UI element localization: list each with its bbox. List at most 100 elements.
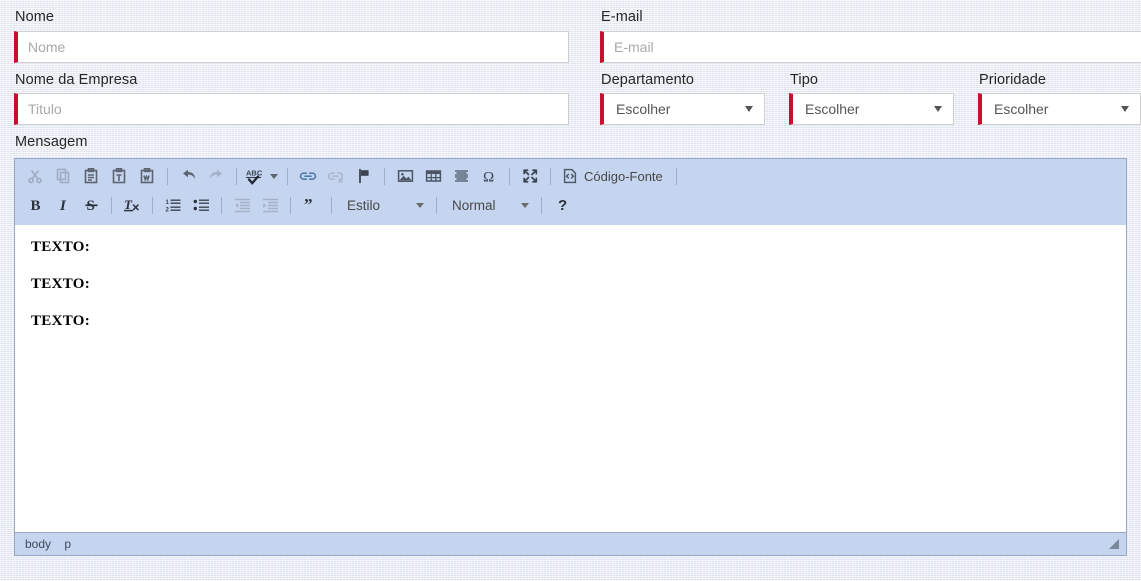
table-button[interactable]	[420, 164, 446, 188]
copy-icon	[55, 168, 71, 184]
undo-button[interactable]	[175, 164, 201, 188]
image-button[interactable]	[392, 164, 418, 188]
italic-button[interactable]: I	[50, 193, 76, 217]
table-icon	[425, 168, 442, 184]
select-prioridade[interactable]: Escolher	[978, 93, 1141, 125]
numbered-list-button[interactable]: 1 2	[160, 193, 186, 217]
toolbar-separator	[509, 167, 510, 185]
spellcheck-icon: ABC	[245, 168, 267, 185]
editor-content-area[interactable]: TEXTO: TEXTO: TEXTO:	[15, 224, 1126, 532]
toolbar-separator	[331, 196, 332, 214]
label-nome-empresa: Nome da Empresa	[15, 71, 138, 88]
horizontal-rule-button[interactable]	[448, 164, 474, 188]
toolbar-separator	[290, 196, 291, 214]
outdent-icon	[234, 197, 251, 213]
bulleted-list-button[interactable]	[188, 193, 214, 217]
editor-statusbar: body p	[15, 531, 1126, 555]
toolbar-row-1: ABC Ω Código-Fonte	[17, 162, 1124, 191]
redo-button[interactable]	[203, 164, 229, 188]
input-titulo-wrapper[interactable]	[14, 93, 569, 125]
source-button[interactable]: Código-Fonte	[557, 164, 670, 188]
remove-format-button[interactable]: T	[119, 193, 145, 217]
format-dropdown[interactable]: Normal	[443, 193, 535, 217]
link-button[interactable]	[295, 164, 321, 188]
chevron-down-icon	[416, 202, 424, 208]
select-tipo-value: Escolher	[805, 101, 860, 117]
select-departamento-value: Escolher	[616, 101, 671, 117]
toolbar-separator	[436, 196, 437, 214]
remove-format-icon: T	[123, 197, 141, 213]
svg-text:T: T	[124, 197, 133, 212]
undo-icon	[180, 168, 197, 184]
spellcheck-button[interactable]: ABC	[243, 164, 281, 188]
help-button[interactable]: ?	[549, 193, 575, 217]
link-icon	[299, 168, 317, 184]
svg-text:ABC: ABC	[246, 168, 263, 177]
horizontal-rule-icon	[453, 168, 470, 184]
element-path-item[interactable]: p	[64, 537, 71, 551]
toolbar-separator	[152, 196, 153, 214]
copy-button[interactable]	[50, 164, 76, 188]
redo-icon	[208, 168, 225, 184]
chevron-down-icon	[934, 106, 942, 112]
svg-text:I: I	[59, 198, 67, 213]
svg-text:?: ?	[558, 197, 567, 213]
paste-from-word-button[interactable]	[134, 164, 160, 188]
form-row-1: Nome E-mail	[14, 0, 1141, 63]
anchor-button[interactable]	[351, 164, 377, 188]
numbered-list-icon: 1 2	[165, 197, 182, 213]
element-path-item[interactable]: body	[25, 537, 51, 551]
svg-text:B: B	[30, 198, 40, 213]
input-nome[interactable]	[18, 31, 568, 62]
field-departamento: Departamento Escolher	[600, 63, 765, 125]
toolbar-separator	[384, 167, 385, 185]
select-departamento[interactable]: Escolher	[600, 93, 765, 125]
field-prioridade: Prioridade Escolher	[978, 63, 1141, 125]
special-char-icon: Ω	[481, 168, 498, 185]
chevron-down-icon	[1121, 106, 1129, 112]
svg-text:1: 1	[165, 200, 169, 206]
special-character-button[interactable]: Ω	[476, 164, 502, 188]
anchor-flag-icon	[356, 168, 372, 184]
input-nome-wrapper[interactable]	[14, 30, 569, 63]
field-email: E-mail	[600, 0, 1141, 63]
cut-button[interactable]	[22, 164, 48, 188]
input-titulo[interactable]	[18, 94, 568, 124]
indent-button[interactable]	[257, 193, 283, 217]
label-tipo: Tipo	[790, 71, 819, 88]
editor-paragraph: TEXTO:	[31, 275, 91, 292]
paste-as-text-button[interactable]	[106, 164, 132, 188]
label-departamento: Departamento	[601, 71, 695, 88]
bulleted-list-icon	[193, 197, 210, 213]
editor-paragraph: TEXTO:	[31, 312, 91, 329]
italic-icon: I	[56, 197, 71, 213]
svg-text:”: ”	[304, 197, 313, 213]
resize-grip[interactable]	[1107, 537, 1120, 550]
toolbar-separator	[287, 167, 288, 185]
label-email: E-mail	[601, 9, 643, 25]
unlink-button[interactable]	[323, 164, 349, 188]
style-dropdown[interactable]: Estilo	[338, 193, 430, 217]
format-dropdown-value: Normal	[452, 197, 496, 213]
image-icon	[397, 168, 414, 184]
field-tipo: Tipo Escolher	[789, 63, 954, 125]
select-tipo[interactable]: Escolher	[789, 93, 954, 125]
input-email[interactable]	[604, 31, 1141, 62]
cut-icon	[27, 168, 43, 184]
unlink-icon	[327, 168, 345, 184]
toolbar-separator	[236, 167, 237, 185]
paste-button[interactable]	[78, 164, 104, 188]
blockquote-icon: ”	[303, 197, 320, 213]
maximize-button[interactable]	[517, 164, 543, 188]
toolbar-separator	[221, 196, 222, 214]
toolbar-row-2: B I S	[17, 191, 1124, 220]
label-nome: Nome	[15, 9, 55, 25]
strikethrough-button[interactable]: S	[78, 193, 104, 217]
blockquote-button[interactable]: ”	[298, 193, 324, 217]
field-nome-empresa: Nome da Empresa	[14, 63, 569, 125]
bold-button[interactable]: B	[22, 193, 48, 217]
toolbar-separator	[675, 167, 677, 185]
source-code-icon	[562, 168, 578, 184]
input-email-wrapper[interactable]	[600, 30, 1141, 63]
outdent-button[interactable]	[229, 193, 255, 217]
